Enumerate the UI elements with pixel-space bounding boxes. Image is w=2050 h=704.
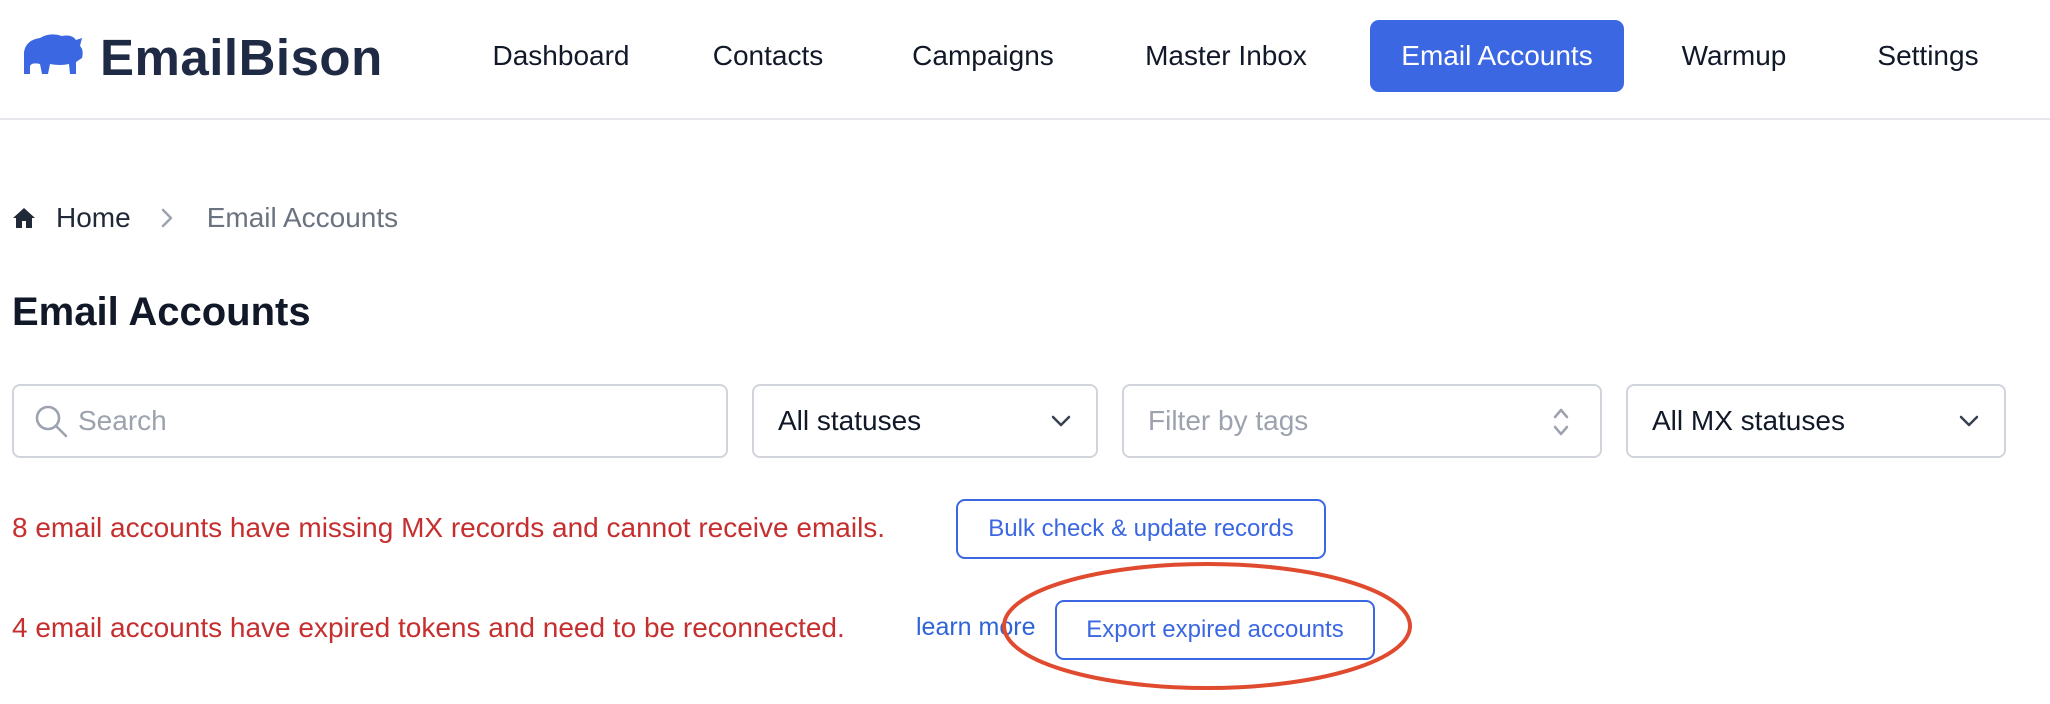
nav-master-inbox[interactable]: Master Inbox bbox=[1120, 20, 1332, 92]
search-icon bbox=[34, 404, 68, 438]
chevron-right-icon bbox=[161, 208, 172, 228]
brand-name: EmailBison bbox=[100, 28, 383, 86]
learn-more-link[interactable]: learn more bbox=[916, 613, 1036, 642]
chevron-down-icon bbox=[1050, 412, 1072, 430]
breadcrumb-current: Email Accounts bbox=[206, 202, 399, 233]
nav-warmup[interactable]: Warmup bbox=[1660, 20, 1808, 92]
page-title: Email Accounts bbox=[12, 290, 311, 334]
breadcrumb-home[interactable]: Home bbox=[56, 202, 131, 234]
search-input[interactable]: Search bbox=[12, 384, 728, 458]
bison-icon bbox=[20, 28, 86, 87]
tags-filter-placeholder: Filter by tags bbox=[1148, 405, 1309, 436]
tags-filter[interactable]: Filter by tags bbox=[1122, 384, 1602, 458]
brand-logo[interactable]: EmailBison bbox=[20, 26, 383, 88]
nav-email-accounts[interactable]: Email Accounts bbox=[1370, 20, 1624, 92]
export-expired-accounts-button[interactable]: Export expired accounts bbox=[1055, 600, 1375, 660]
mx-status-select-value: All MX statuses bbox=[1652, 405, 1845, 436]
chevron-down-icon bbox=[1958, 412, 1980, 430]
search-placeholder: Search bbox=[78, 405, 167, 436]
breadcrumb: Home Email Accounts bbox=[12, 198, 398, 238]
status-select[interactable]: All statuses bbox=[752, 384, 1098, 458]
nav-dashboard[interactable]: Dashboard bbox=[466, 20, 656, 92]
nav-settings[interactable]: Settings bbox=[1854, 20, 2002, 92]
nav-contacts[interactable]: Contacts bbox=[690, 20, 846, 92]
nav-campaigns[interactable]: Campaigns bbox=[888, 20, 1078, 92]
mx-records-alert: 8 email accounts have missing MX records… bbox=[12, 512, 886, 543]
mx-status-select[interactable]: All MX statuses bbox=[1626, 384, 2006, 458]
bulk-check-update-records-button[interactable]: Bulk check & update records bbox=[956, 499, 1326, 559]
chevron-up-down-icon bbox=[1552, 406, 1570, 438]
status-select-value: All statuses bbox=[778, 405, 922, 436]
top-navigation-bar: EmailBison Dashboard Contacts Campaigns … bbox=[0, 0, 2050, 120]
home-icon[interactable] bbox=[12, 206, 36, 230]
expired-tokens-alert: 4 email accounts have expired tokens and… bbox=[12, 612, 845, 643]
